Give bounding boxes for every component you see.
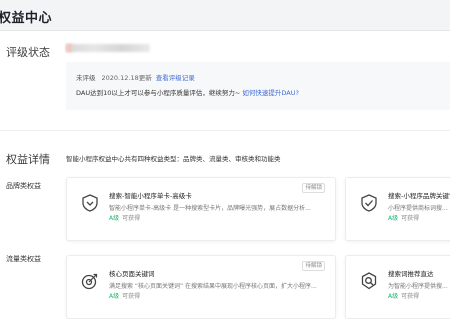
details-description: 智能小程序权益中心共有四种权益类型：品牌类、流量类、审核类和功能类 [66,155,281,163]
dau-notice: DAU达到10以上才可以参与小程序质量评估，继续努力~ 如何快速提升DAU? [76,87,299,97]
grade-level: A级 [109,293,120,300]
benefit-card[interactable]: 待解锁 搜索-智能小程序单卡-高级卡 智能小程序单卡-高级卡 是一种搜索型卡片，… [66,177,336,241]
grade-state: 可获得 [401,215,420,222]
grade-level: A级 [388,215,399,222]
card-description: 满足搜索 “核心页面关键词” 在搜索结果中展现小程序核心页面，扩大小程序... [109,283,317,290]
benefit-card[interactable]: 待解锁 核心页面关键词 满足搜索 “核心页面关键词” 在搜索结果中展现小程序核心… [66,255,336,319]
card-description: 为智能小程序提供搜... [388,283,448,290]
heart-shield-icon [82,194,98,212]
card-name: 搜索-小程序品牌关键词 [388,192,450,200]
card-name: 搜索-智能小程序单卡-高级卡 [109,192,192,200]
section-divider [0,130,450,131]
dau-notice-text: DAU达到10以上才可以参与小程序质量评估，继续努力~ [76,89,243,97]
grade-state: 可获得 [122,215,141,222]
locked-tag: 待解锁 [302,261,325,271]
card-grade: A级 可获得 [109,213,140,222]
locked-tag: 待解锁 [302,183,325,193]
card-grade: A级 可获得 [109,291,140,300]
improve-dau-link[interactable]: 如何快速提升DAU? [242,89,299,97]
grade-state: 可获得 [122,293,141,300]
target-icon [81,273,98,290]
update-date: 2020.12.18更新 [101,74,152,82]
page-title: 权益中心 [0,11,53,26]
top-bar: 权益中心 [0,0,450,31]
card-description: 小程序提供商标词搜... [388,205,448,212]
search-target-icon [361,272,377,290]
view-rating-record-link[interactable]: 查看评级记录 [156,74,195,82]
rating-status-card: 未评级 2020.12.18更新 查看评级记录 DAU达到10以上才可以参与小程序质… [66,62,450,110]
card-name: 搜索词推荐直达 [388,270,434,278]
traffic-category-label: 流量类权益 [6,255,41,263]
benefit-card[interactable]: 搜索-小程序品牌关键词 小程序提供商标词搜... A级 可获得 [345,177,450,241]
grade-state: 可获得 [401,293,420,300]
grade-level: A级 [388,293,399,300]
benefit-card[interactable]: 搜索词推荐直达 为智能小程序提供搜... A级 可获得 [345,255,450,319]
card-grade: A级 可获得 [388,213,419,222]
blurred-app-name [66,44,150,52]
status-text: 未评级 [76,74,96,82]
card-grade: A级 可获得 [388,291,419,300]
rating-section-title: 评级状态 [6,46,50,59]
app-avatar [66,44,72,52]
grade-level: A级 [109,215,120,222]
card-description: 智能小程序单卡-高级卡 是一种搜索型卡片，品牌曝光强势，展占数据分析... [109,205,311,212]
details-section-title: 权益详情 [6,153,50,166]
status-line: 未评级 2020.12.18更新 查看评级记录 [76,72,195,82]
check-shield-icon [361,194,377,212]
brand-category-label: 品牌类权益 [6,182,41,190]
card-name: 核心页面关键词 [109,270,155,278]
